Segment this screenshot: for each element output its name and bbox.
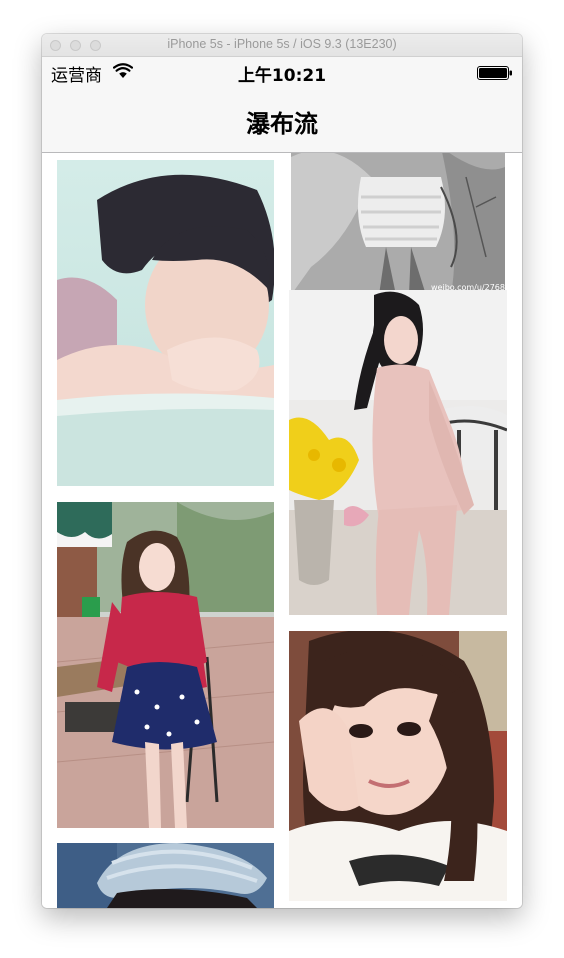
photo-4-image [57, 502, 274, 828]
photo-tile-4[interactable] [57, 502, 274, 828]
iphone-screen: weibo.com/u/2768348277 [42, 57, 522, 908]
status-time: 上午10:21 [237, 66, 327, 86]
photo-tile-5[interactable] [289, 631, 507, 901]
photo-tile-1[interactable] [57, 160, 274, 486]
photo-3-image [289, 290, 507, 615]
photo-5-image [289, 631, 507, 901]
photo-6-image [57, 843, 274, 908]
photo-tile-3[interactable] [289, 290, 507, 615]
window-titlebar[interactable]: iPhone 5s - iPhone 5s / iOS 9.3 (13E230) [42, 34, 522, 57]
simulator-window: iPhone 5s - iPhone 5s / iOS 9.3 (13E230) [42, 34, 522, 908]
navigation-bar: 运营商 上午10:21 瀑布流 [42, 57, 522, 153]
photo-tile-6[interactable] [57, 843, 274, 908]
nav-title: 瀑布流 [246, 110, 318, 138]
battery-full-icon [477, 66, 512, 80]
photo-1-image [57, 160, 274, 486]
window-title: iPhone 5s - iPhone 5s / iOS 9.3 (13E230) [167, 37, 397, 51]
